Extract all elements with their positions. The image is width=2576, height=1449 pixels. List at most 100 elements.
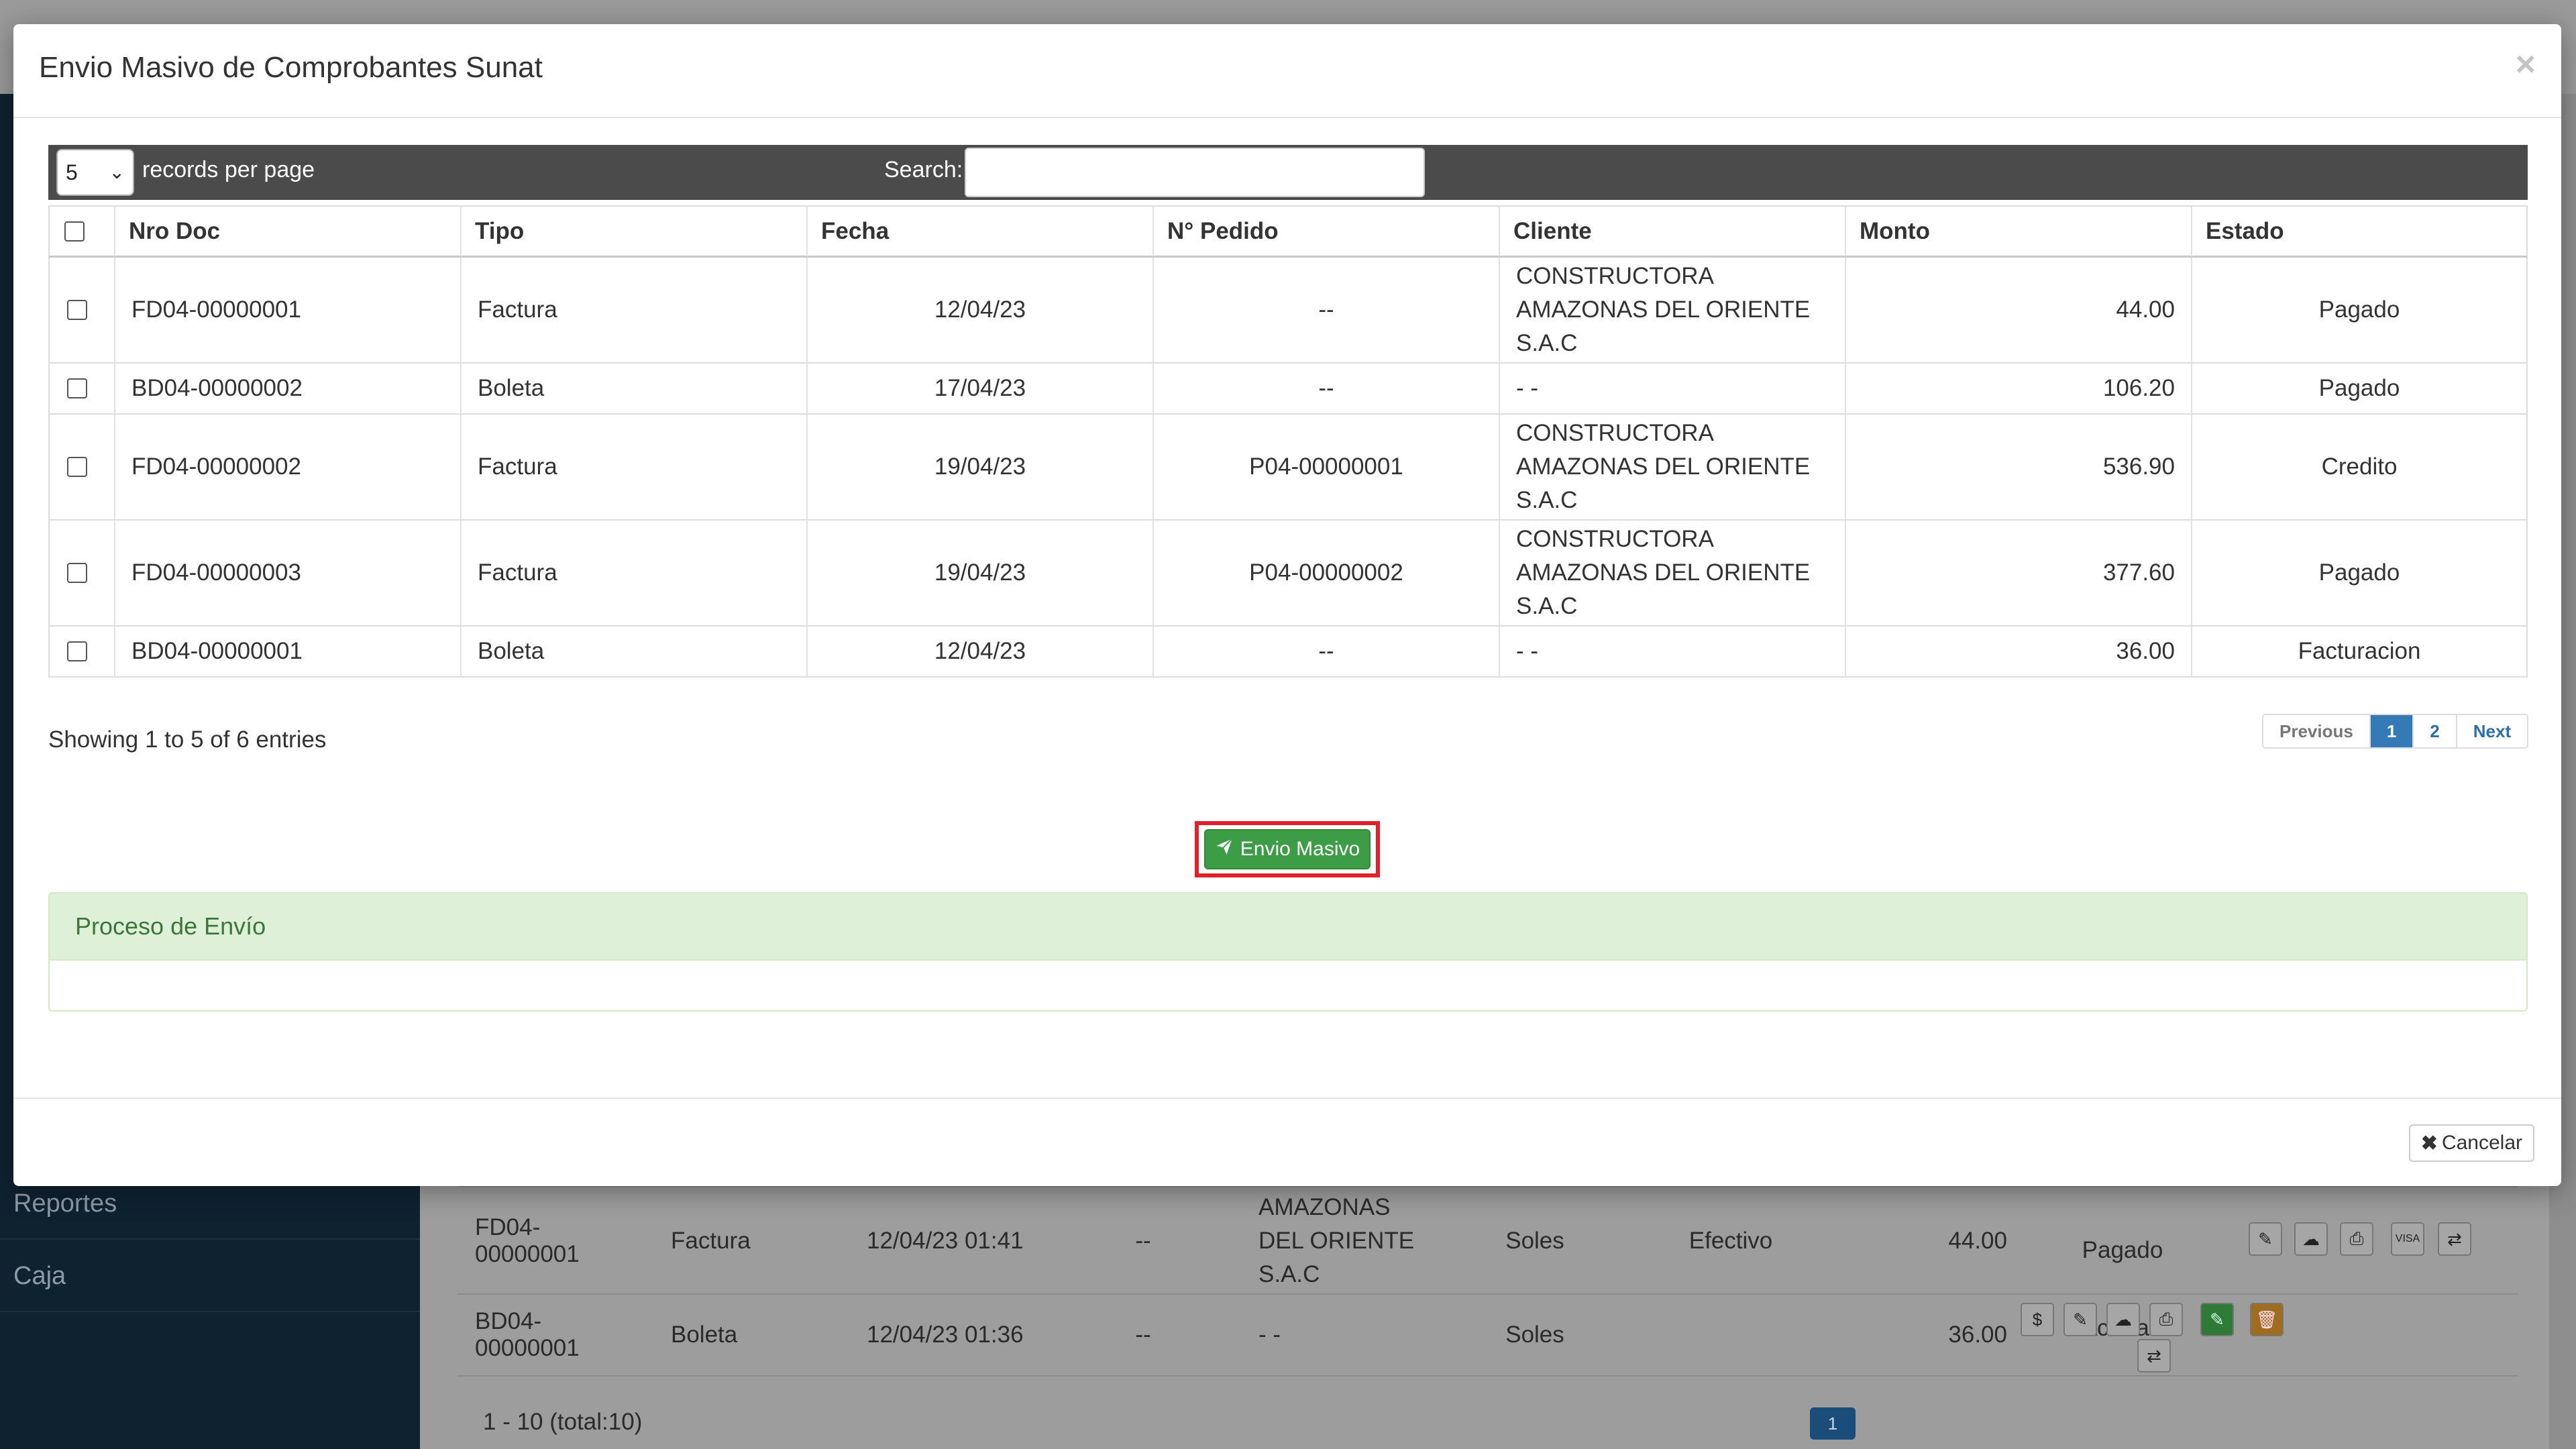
envio-masivo-modal: Envio Masivo de Comprobantes Sunat × 5 ⌄… bbox=[13, 24, 2561, 1186]
pagination: Previous 1 2 Next bbox=[2262, 714, 2529, 749]
sidebar-item-caja[interactable]: Caja bbox=[0, 1240, 420, 1312]
cell-monto: 536.90 bbox=[1846, 415, 2192, 519]
search-label: Search: bbox=[884, 157, 963, 182]
table-header: Nro Doc Tipo Fecha N° Pedido Cliente Mon… bbox=[48, 205, 2528, 258]
header-tipo[interactable]: Tipo bbox=[462, 207, 808, 256]
cloud-icon[interactable]: ☁ bbox=[2294, 1222, 2328, 1256]
cell-nro-doc: BD04-00000001 bbox=[115, 627, 462, 676]
table-row[interactable]: FD04-00000003 Factura 19/04/23 P04-00000… bbox=[48, 521, 2528, 627]
envio-masivo-button[interactable]: Envio Masivo bbox=[1204, 829, 1371, 869]
row-checkbox[interactable] bbox=[67, 563, 87, 583]
pagination-page-1[interactable]: 1 bbox=[2370, 715, 2414, 747]
bg-cell-tipo: Factura bbox=[671, 1228, 751, 1254]
row-checkbox[interactable] bbox=[67, 457, 87, 477]
cell-monto: 106.20 bbox=[1846, 364, 2192, 413]
bg-cell-tipo: Boleta bbox=[671, 1322, 738, 1348]
row-checkbox[interactable] bbox=[67, 641, 87, 661]
transfer-icon[interactable]: ⇄ bbox=[2438, 1222, 2471, 1256]
bg-cell-moneda: Soles bbox=[1505, 1228, 1564, 1254]
edit-green-icon[interactable]: ✎ bbox=[2200, 1303, 2234, 1336]
print-icon[interactable]: ⎙ bbox=[2149, 1303, 2183, 1336]
cell-estado: Pagado bbox=[2318, 375, 2400, 401]
select-all-checkbox[interactable] bbox=[64, 221, 85, 241]
cell-fecha: 12/04/23 bbox=[808, 627, 1154, 676]
header-nro-doc[interactable]: Nro Doc bbox=[115, 207, 462, 256]
header-monto[interactable]: Monto bbox=[1846, 207, 2192, 256]
pagination-page-2[interactable]: 2 bbox=[2414, 715, 2457, 747]
edit-icon[interactable]: ✎ bbox=[2249, 1222, 2282, 1256]
bg-cell-fecha: 12/04/23 01:41 bbox=[867, 1228, 1024, 1254]
header-cliente[interactable]: Cliente bbox=[1500, 207, 1846, 256]
cell-monto: 36.00 bbox=[1846, 627, 2192, 676]
bg-cell-pago bbox=[1633, 1295, 1829, 1375]
bg-cell-doc: BD04-00000001 bbox=[475, 1308, 580, 1361]
proceso-envio-title: Proceso de Envío bbox=[50, 894, 2526, 961]
envio-masivo-label: Envio Masivo bbox=[1240, 838, 1360, 860]
records-per-page-select[interactable]: 5 ⌄ bbox=[56, 149, 134, 196]
header-estado[interactable]: Estado bbox=[2192, 207, 2526, 256]
header-fecha[interactable]: Fecha bbox=[808, 207, 1154, 256]
bg-cell-cliente: - - bbox=[1258, 1322, 1281, 1348]
table-row[interactable]: BD04-00000001 Boleta 12/04/23 -- - - 36.… bbox=[48, 627, 2528, 678]
cell-fecha: 19/04/23 bbox=[808, 521, 1154, 625]
bg-cell-pedido: -- bbox=[1135, 1322, 1151, 1348]
cell-pedido: -- bbox=[1154, 627, 1500, 676]
cell-tipo: Boleta bbox=[462, 364, 808, 413]
row-checkbox[interactable] bbox=[67, 300, 87, 320]
cell-pedido: P04-00000002 bbox=[1154, 521, 1500, 625]
cloud-icon[interactable]: ☁ bbox=[2106, 1303, 2140, 1336]
table-info: Showing 1 to 5 of 6 entries bbox=[48, 727, 327, 753]
bg-cell-moneda: Soles bbox=[1505, 1322, 1564, 1348]
trash-icon[interactable]: 🗑 bbox=[2250, 1303, 2284, 1336]
cell-cliente: CONSTRUCTORA AMAZONAS DEL ORIENTE S.A.C bbox=[1500, 258, 1846, 362]
select-all-cell bbox=[50, 207, 115, 256]
cell-tipo: Boleta bbox=[462, 627, 808, 676]
cell-nro-doc: BD04-00000002 bbox=[115, 364, 462, 413]
cell-pedido: -- bbox=[1154, 364, 1500, 413]
proceso-envio-panel: Proceso de Envío bbox=[48, 892, 2528, 1012]
modal-header: Envio Masivo de Comprobantes Sunat × bbox=[13, 24, 2561, 118]
records-per-page-label: records per page bbox=[142, 157, 315, 182]
cell-nro-doc: FD04-00000003 bbox=[115, 521, 462, 625]
cell-cliente: - - bbox=[1500, 364, 1846, 413]
bg-cell-monto: 36.00 bbox=[1948, 1322, 2007, 1348]
background-pagination-info: 1 - 10 (total:10) bbox=[483, 1409, 643, 1435]
cell-tipo: Factura bbox=[462, 258, 808, 362]
paper-plane-icon bbox=[1215, 837, 1234, 861]
search-input[interactable] bbox=[965, 148, 1425, 197]
cell-pedido: -- bbox=[1154, 258, 1500, 362]
row-checkbox[interactable] bbox=[67, 378, 87, 398]
header-pedido[interactable]: N° Pedido bbox=[1154, 207, 1500, 256]
cancel-button[interactable]: ✖ Cancelar bbox=[2408, 1124, 2534, 1162]
bg-cell-estado: Pagado bbox=[2082, 1237, 2163, 1263]
pagination-previous[interactable]: Previous bbox=[2263, 715, 2371, 747]
cell-estado: Pagado bbox=[2318, 297, 2400, 323]
row-checkbox-cell bbox=[50, 415, 115, 519]
cell-cliente: CONSTRUCTORA AMAZONAS DEL ORIENTE S.A.C bbox=[1500, 521, 1846, 625]
close-icon[interactable]: × bbox=[2516, 44, 2536, 85]
table-row[interactable]: FD04-00000002 Factura 19/04/23 P04-00000… bbox=[48, 415, 2528, 521]
modal-title: Envio Masivo de Comprobantes Sunat bbox=[39, 51, 543, 84]
cell-tipo: Factura bbox=[462, 415, 808, 519]
dollar-icon[interactable]: $ bbox=[2021, 1303, 2054, 1336]
edit-icon[interactable]: ✎ bbox=[2063, 1303, 2097, 1336]
row-checkbox-cell bbox=[50, 627, 115, 676]
background-page-1[interactable]: 1 bbox=[1810, 1407, 1856, 1440]
transfer-icon[interactable]: ⇄ bbox=[2137, 1339, 2171, 1373]
cell-tipo: Factura bbox=[462, 521, 808, 625]
bg-cell-pago: Efectivo bbox=[1688, 1228, 1773, 1254]
visa-icon[interactable]: VISA bbox=[2391, 1222, 2424, 1256]
cell-fecha: 19/04/23 bbox=[808, 415, 1154, 519]
cell-estado: Credito bbox=[2321, 453, 2398, 480]
table-row[interactable]: FD04-00000001 Factura 12/04/23 -- CONSTR… bbox=[48, 258, 2528, 364]
pagination-next[interactable]: Next bbox=[2457, 715, 2528, 747]
cell-nro-doc: FD04-00000001 bbox=[115, 258, 462, 362]
bg-cell-fecha: 12/04/23 01:36 bbox=[867, 1322, 1024, 1348]
background-table-row: FD04-00000001 Factura 12/04/23 01:41 -- … bbox=[458, 1186, 2518, 1295]
row-checkbox-cell bbox=[50, 364, 115, 413]
bg-cell-doc: FD04-00000001 bbox=[475, 1214, 580, 1267]
background-table-row: BD04-00000001 Boleta 12/04/23 01:36 -- -… bbox=[458, 1293, 2518, 1377]
cell-nro-doc: FD04-00000002 bbox=[115, 415, 462, 519]
table-row[interactable]: BD04-00000002 Boleta 17/04/23 -- - - 106… bbox=[48, 364, 2528, 415]
print-icon[interactable]: ⎙ bbox=[2340, 1222, 2373, 1256]
